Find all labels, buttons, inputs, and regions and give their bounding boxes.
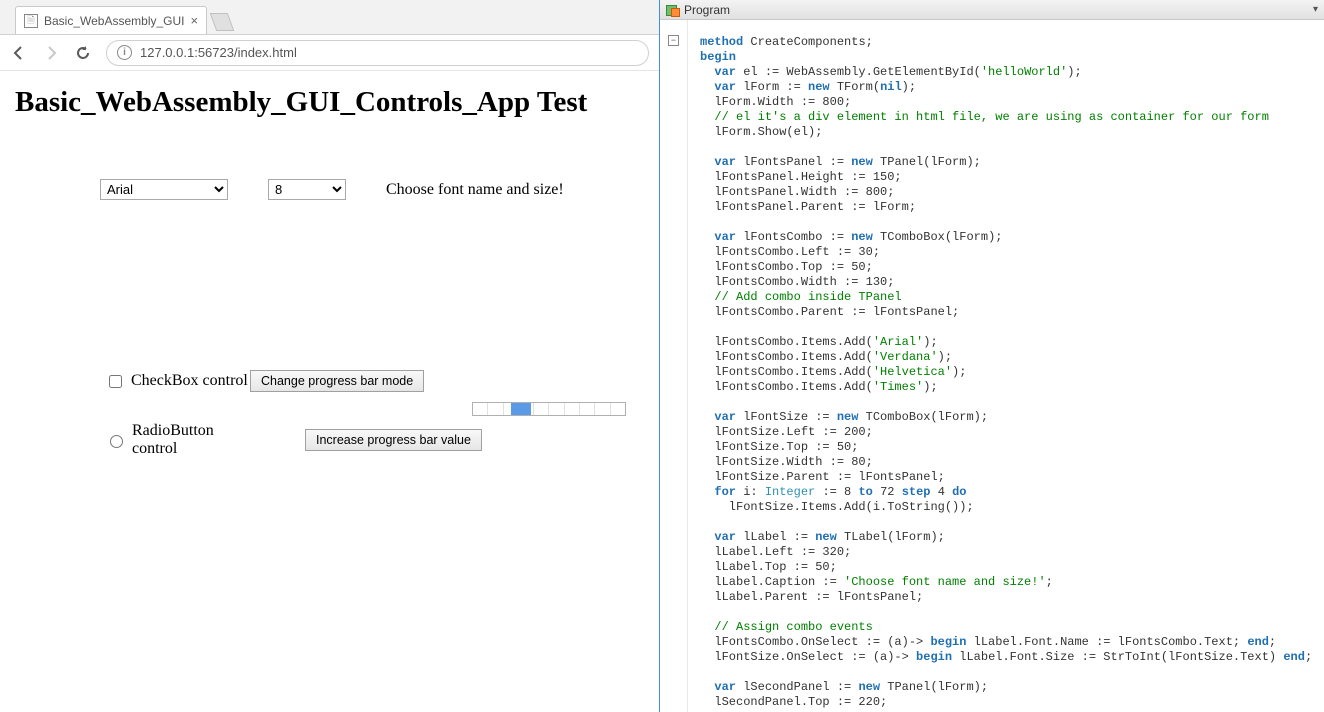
code-editor[interactable]: − method CreateComponents;begin var el :… (660, 20, 1324, 712)
choose-label: Choose font name and size! (386, 181, 564, 199)
progress-fill (511, 403, 531, 415)
gutter: − (660, 20, 688, 712)
ide-pane: Program ▾ − method CreateComponents;begi… (660, 0, 1324, 712)
address-bar[interactable]: i 127.0.0.1:56723/index.html (106, 40, 649, 66)
reload-icon[interactable] (74, 44, 92, 62)
font-name-combo[interactable]: Arial (100, 179, 228, 200)
chevron-down-icon[interactable]: ▾ (1313, 4, 1318, 15)
page-title: Basic_WebAssembly_GUI_Controls_App Test (15, 86, 644, 119)
progress-bar (472, 402, 626, 416)
tab-title: Basic_WebAssembly_GUI (44, 14, 185, 28)
change-mode-button[interactable]: Change progress bar mode (250, 370, 424, 392)
url-text: 127.0.0.1:56723/index.html (140, 45, 297, 60)
page-content: Basic_WebAssembly_GUI_Controls_App Test … (0, 71, 659, 712)
ide-tab-bar[interactable]: Program ▾ (660, 0, 1324, 20)
checkbox-control[interactable]: CheckBox control (105, 372, 250, 391)
radio-label: RadioButton control (132, 422, 250, 458)
fonts-panel: Arial 8 Choose font name and size! (15, 179, 644, 200)
tab-strip: 🗎 Basic_WebAssembly_GUI × (0, 0, 659, 35)
program-icon (666, 3, 680, 17)
increase-button[interactable]: Increase progress bar value (305, 429, 482, 451)
radio-input[interactable] (110, 435, 123, 448)
browser-tab[interactable]: 🗎 Basic_WebAssembly_GUI × (15, 6, 207, 34)
radio-control[interactable]: RadioButton control (105, 422, 250, 458)
ide-tab-title: Program (684, 3, 730, 17)
back-icon[interactable] (10, 44, 28, 62)
code-area[interactable]: method CreateComponents;begin var el := … (688, 20, 1324, 712)
font-size-combo[interactable]: 8 (268, 179, 346, 200)
file-icon: 🗎 (24, 14, 38, 28)
nav-bar: i 127.0.0.1:56723/index.html (0, 35, 659, 71)
controls-panel: CheckBox control Change progress bar mod… (15, 370, 644, 458)
browser-window: 🗎 Basic_WebAssembly_GUI × i 127.0.0.1:56… (0, 0, 660, 712)
checkbox-input[interactable] (109, 375, 122, 388)
close-icon[interactable]: × (191, 13, 199, 28)
checkbox-label: CheckBox control (131, 372, 248, 390)
new-tab-button[interactable] (210, 13, 235, 31)
info-icon[interactable]: i (117, 45, 132, 60)
forward-icon[interactable] (42, 44, 60, 62)
fold-icon[interactable]: − (668, 35, 679, 46)
